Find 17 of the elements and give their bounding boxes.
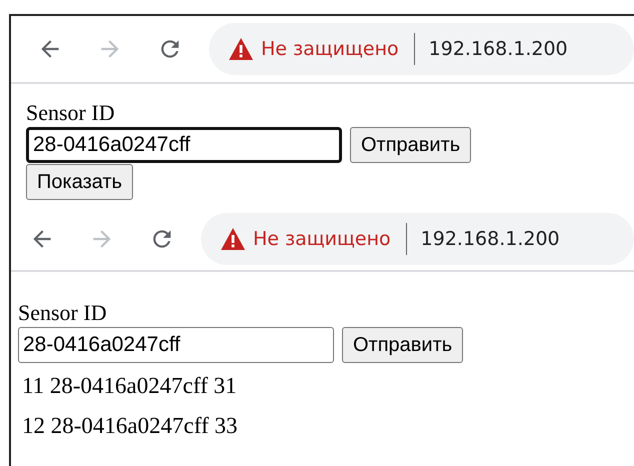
field-label: Sensor ID bbox=[18, 300, 108, 326]
address-bar[interactable]: Не защищено 192.168.1.200 bbox=[209, 23, 634, 75]
submit-button[interactable]: Отправить bbox=[342, 327, 464, 363]
url-text: 192.168.1.200 bbox=[420, 228, 560, 250]
security-label: Не защищено bbox=[253, 228, 391, 250]
address-bar[interactable]: Не защищено 192.168.1.200 bbox=[201, 213, 634, 265]
input-field[interactable]: 28-0416a0247cff bbox=[18, 327, 334, 363]
field-label: Sensor ID bbox=[26, 100, 116, 126]
warning-icon bbox=[221, 228, 245, 250]
result-line: 12 28-0416a0247cff 33 bbox=[21, 412, 238, 440]
input-field[interactable]: 28-0416a0247cff bbox=[26, 127, 342, 163]
result-line: 11 28-0416a0247cff 31 bbox=[21, 372, 238, 400]
security-label: Не защищено bbox=[261, 38, 399, 60]
warning-icon bbox=[229, 38, 253, 60]
url-text: 192.168.1.200 bbox=[428, 38, 568, 60]
submit-button[interactable]: Отправить bbox=[350, 127, 472, 163]
show-button[interactable]: Показать bbox=[26, 164, 134, 200]
